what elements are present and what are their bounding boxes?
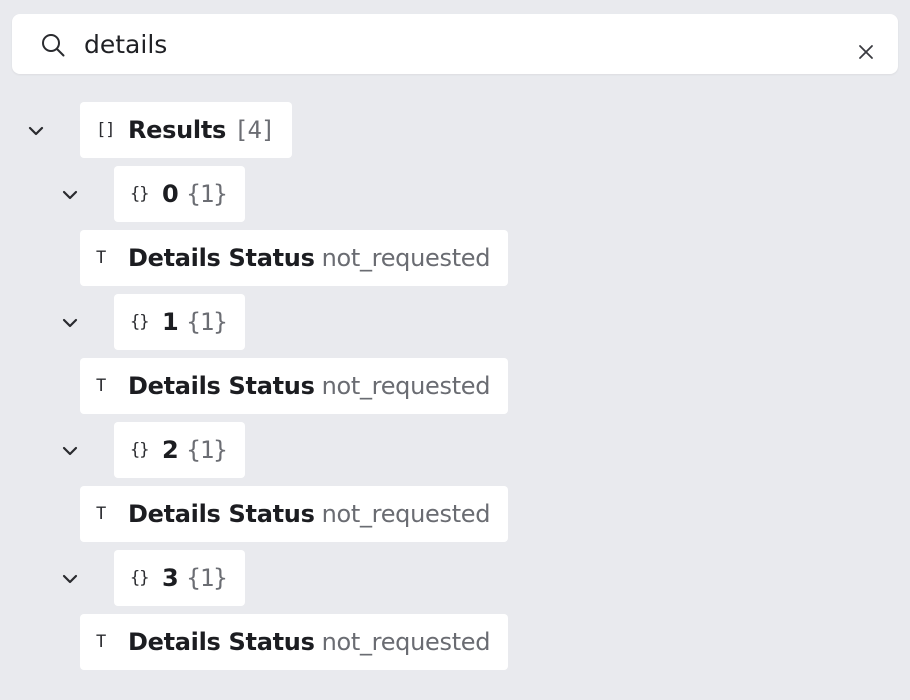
search-bar bbox=[12, 14, 898, 74]
tree-field-details-status[interactable]: T Details Status not_requested bbox=[80, 230, 509, 286]
field-key: Details Status bbox=[128, 372, 315, 400]
search-input[interactable] bbox=[84, 26, 824, 62]
close-icon[interactable] bbox=[855, 41, 877, 63]
tree-field-details-status[interactable]: T Details Status not_requested bbox=[80, 358, 509, 414]
tree-node-item[interactable]: {} 1 {1} bbox=[114, 294, 245, 350]
field-value: not_requested bbox=[321, 500, 491, 528]
tree-node-item[interactable]: {} 2 {1} bbox=[114, 422, 245, 478]
node-count: [4] bbox=[234, 116, 275, 144]
tree-node-results[interactable]: [] Results [4] bbox=[80, 102, 293, 158]
node-count: {1} bbox=[186, 308, 227, 336]
object-brace-icon: {} bbox=[130, 184, 149, 204]
tree-field-details-status[interactable]: T Details Status not_requested bbox=[80, 614, 509, 670]
chevron-down-icon[interactable] bbox=[58, 311, 82, 335]
node-key: 2 bbox=[162, 436, 179, 464]
chevron-down-icon[interactable] bbox=[24, 119, 48, 143]
tree-node-item[interactable]: {} 0 {1} bbox=[114, 166, 245, 222]
field-value: not_requested bbox=[321, 628, 491, 656]
chevron-down-icon[interactable] bbox=[58, 567, 82, 591]
node-key: 0 bbox=[162, 180, 179, 208]
text-type-icon: T bbox=[96, 248, 106, 268]
text-type-icon: T bbox=[96, 504, 106, 524]
node-key: 3 bbox=[162, 564, 179, 592]
field-value: not_requested bbox=[321, 372, 491, 400]
object-brace-icon: {} bbox=[130, 568, 149, 588]
node-count: {1} bbox=[186, 436, 227, 464]
chevron-down-icon[interactable] bbox=[58, 183, 82, 207]
text-type-icon: T bbox=[96, 632, 106, 652]
field-value: not_requested bbox=[321, 244, 491, 272]
text-type-icon: T bbox=[96, 376, 106, 396]
node-key: 1 bbox=[162, 308, 179, 336]
field-key: Details Status bbox=[128, 628, 315, 656]
chevron-down-icon[interactable] bbox=[58, 439, 82, 463]
array-bracket-icon: [] bbox=[96, 120, 115, 140]
field-key: Details Status bbox=[128, 500, 315, 528]
object-brace-icon: {} bbox=[130, 312, 149, 332]
tree-field-details-status[interactable]: T Details Status not_requested bbox=[80, 486, 509, 542]
search-icon bbox=[42, 34, 65, 57]
field-key: Details Status bbox=[128, 244, 315, 272]
tree-node-item[interactable]: {} 3 {1} bbox=[114, 550, 245, 606]
node-count: {1} bbox=[186, 180, 227, 208]
object-brace-icon: {} bbox=[130, 440, 149, 460]
node-count: {1} bbox=[186, 564, 227, 592]
node-key: Results bbox=[128, 116, 227, 144]
